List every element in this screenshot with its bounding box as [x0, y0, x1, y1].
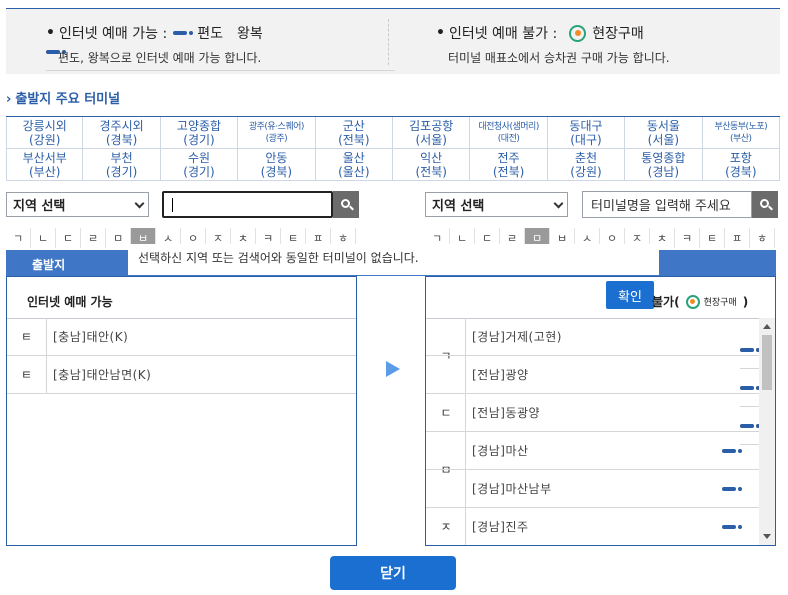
arrival-list-scrollbar[interactable] — [759, 318, 775, 545]
legend-online-desc: 편도, 왕복으로 인터넷 예매 가능 합니다. — [58, 51, 262, 65]
arrival-search-input[interactable]: 터미널명을 입력해 주세요 — [582, 191, 752, 218]
search-icon — [340, 199, 350, 208]
terminal-name: [전남]광양 — [472, 368, 529, 382]
on-site-purchase-icon — [569, 24, 587, 42]
chevron-down-icon — [553, 198, 564, 209]
consonant-filter-item[interactable]: ㅍ — [725, 228, 750, 248]
arrival-terminal-row[interactable]: [전남]광양 — [426, 356, 760, 407]
scroll-thumb[interactable] — [762, 335, 772, 390]
major-terminal-cell[interactable]: 부산동부(노포) (부산) — [702, 117, 780, 149]
text-caret — [172, 197, 173, 212]
terminal-name: [경남]마산 — [472, 444, 529, 458]
arrival-terminal-row[interactable]: [경남]거제(고현) — [426, 318, 760, 369]
major-terminals-title: › 출발지 주요 터미널 — [6, 92, 121, 107]
departure-list-header: 인터넷 예매 가능 — [27, 295, 113, 309]
major-terminal-cell[interactable]: 춘천 (강원) — [547, 149, 626, 181]
legend-offline-desc: 터미널 매표소에서 승차권 구매 가능 합니다. — [448, 51, 670, 65]
major-terminal-cell[interactable]: 부산서부 (부산) — [6, 149, 84, 181]
terminal-name: [경남]거제(고현) — [472, 330, 562, 344]
scroll-up-icon[interactable] — [763, 324, 771, 329]
legend-online-available: • 인터넷 예매 가능 : 편도 왕복 편도, 왕복으로 인터넷 예매 가능 합… — [6, 9, 395, 75]
major-terminal-cell[interactable]: 포항 (경북) — [702, 149, 780, 181]
terminal-name: [충남]태안(K) — [53, 330, 129, 344]
arrival-terminal-row[interactable]: [전남]동광양 — [426, 394, 760, 445]
major-terminal-cell[interactable]: 통영종합 (경남) — [625, 149, 703, 181]
major-terminal-cell[interactable]: 동서울 (서울) — [625, 117, 703, 149]
arrival-terminal-row[interactable]: [경남]진주 — [426, 508, 760, 545]
one-way-icon — [722, 449, 742, 453]
row-initial: ㅌ — [7, 318, 47, 355]
major-terminal-cell[interactable]: 경주시외 (경북) — [83, 117, 161, 149]
alert-confirm-button[interactable]: 확인 — [606, 281, 654, 309]
consonant-filter-item[interactable]: ㅎ — [750, 228, 775, 248]
chevron-right-icon: › — [6, 92, 12, 107]
major-terminals-grid: 강릉시외 (강원) 경주시외 (경북) 고양종합 (경기) 광주(유·스퀘어) (광주… — [6, 116, 780, 181]
consonant-filter-item[interactable]: ㄹ — [81, 228, 106, 248]
alert-message: 선택하신 지역 또는 검색어와 동일한 터미널이 없습니다. — [138, 251, 419, 265]
on-site-purchase-icon — [685, 294, 700, 309]
major-terminal-cell[interactable]: 전주 (전북) — [470, 149, 548, 181]
consonant-filter-item[interactable]: ㅌ — [700, 228, 725, 248]
consonant-filter-item[interactable]: ㅋ — [675, 228, 700, 248]
one-way-icon — [722, 525, 742, 529]
chevron-down-icon — [134, 198, 145, 209]
major-terminal-cell[interactable]: 고양종합 (경기) — [160, 117, 239, 149]
major-terminal-cell[interactable]: 강릉시외 (강원) — [6, 117, 84, 149]
legend-offline-label: 인터넷 예매 불가 : — [448, 26, 558, 42]
close-button[interactable]: 닫기 — [330, 556, 456, 590]
no-result-alert: 선택하신 지역 또는 검색어와 동일한 터미널이 없습니다. — [128, 244, 659, 275]
departure-search-input[interactable] — [162, 191, 333, 218]
legend-offline-title: • 인터넷 예매 불가 : 현장구매 — [436, 24, 644, 42]
arrival-list-header: 불가( 현장구매 ) — [652, 294, 749, 309]
one-way-icon — [722, 487, 742, 491]
legend-online-title: • 인터넷 예매 가능 : 편도 왕복 — [46, 23, 395, 71]
departure-terminal-row[interactable]: ㅌ [충남]태안(K) — [7, 318, 356, 356]
arrival-search-button[interactable] — [752, 191, 778, 218]
search-icon — [759, 199, 769, 208]
major-terminal-cell[interactable]: 부천 (경기) — [83, 149, 161, 181]
legend-online-unavailable: • 인터넷 예매 불가 : 현장구매 터미널 매표소에서 승차권 구매 가능 합… — [390, 9, 780, 75]
terminal-name: [경남]마산남부 — [472, 482, 552, 496]
consonant-filter-item[interactable]: ㄷ — [56, 228, 81, 248]
arrival-terminal-row[interactable]: [경남]마산 — [426, 432, 760, 470]
major-terminal-cell[interactable]: 울산 (울산) — [315, 149, 393, 181]
legend-divider — [388, 19, 389, 65]
tab-departure[interactable]: 출발지 — [32, 256, 65, 273]
arrow-right-icon — [386, 361, 400, 377]
departure-terminal-row[interactable]: ㅌ [충남]태안남면(K) — [7, 356, 356, 394]
major-terminal-cell[interactable]: 군산 (전북) — [315, 117, 393, 149]
arrival-terminal-row[interactable]: [경남]마산남부 — [426, 470, 760, 508]
major-terminal-cell[interactable]: 수원 (경기) — [160, 149, 239, 181]
arrival-terminal-list: ㄱㄷㅁㅈ [경남]거제(고현) [전남]광양 [전남]동광양 [경남]마산 [경남]마산… — [425, 276, 776, 546]
departure-search-button[interactable] — [333, 191, 359, 218]
arrival-list-body: ㄱㄷㅁㅈ [경남]거제(고현) [전남]광양 [전남]동광양 [경남]마산 [경남]마산… — [426, 318, 760, 545]
terminal-name: [전남]동광양 — [472, 406, 541, 420]
scroll-down-icon[interactable] — [763, 534, 771, 539]
on-site-label: 현장구매 — [592, 26, 644, 42]
consonant-filter-item[interactable]: ㄴ — [31, 228, 56, 248]
terminal-name: [충남]태안남면(K) — [53, 368, 152, 382]
major-terminal-cell[interactable]: 안동 (경북) — [238, 149, 316, 181]
departure-terminal-list: 인터넷 예매 가능 ㅌ [충남]태안(K) ㅌ [충남]태안남면(K) — [6, 276, 357, 546]
row-initial: ㅌ — [7, 356, 47, 393]
arrival-tab-bar — [659, 250, 776, 276]
departure-region-select[interactable]: 지역 선택 — [6, 192, 149, 217]
major-terminal-cell[interactable]: 김포공항 (서울) — [393, 117, 471, 149]
consonant-filter-item[interactable]: ㄱ — [6, 228, 31, 248]
major-terminal-cell[interactable]: 광주(유·스퀘어) (광주) — [238, 117, 316, 149]
major-terminal-cell[interactable]: 익산 (전북) — [393, 149, 471, 181]
arrival-region-select[interactable]: 지역 선택 — [425, 192, 568, 217]
major-terminal-cell[interactable]: 대전청사(샘머리) (대전) — [470, 117, 548, 149]
terminal-name: [경남]진주 — [472, 520, 529, 534]
booking-legend: • 인터넷 예매 가능 : 편도 왕복 편도, 왕복으로 인터넷 예매 가능 합… — [6, 8, 780, 74]
major-terminal-cell[interactable]: 동대구 (대구) — [547, 117, 626, 149]
